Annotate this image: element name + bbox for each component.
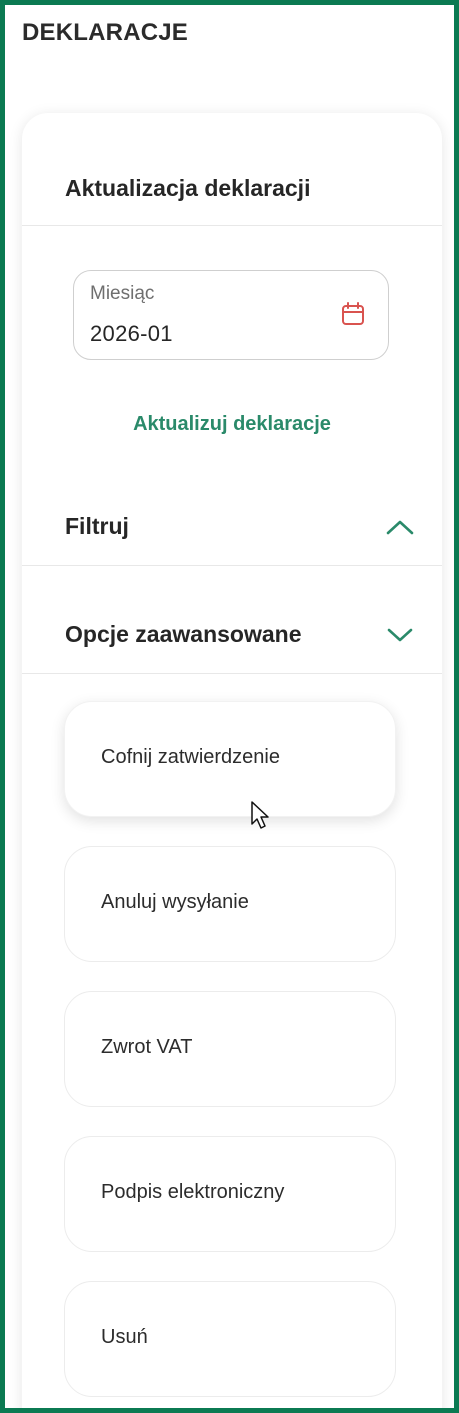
declaration-update-panel: Aktualizacja deklaracji Miesiąc 2026-01 … <box>22 113 442 1408</box>
option-label: Usuń <box>101 1326 148 1348</box>
chevron-up-icon[interactable] <box>384 515 416 539</box>
filter-section-header[interactable]: Filtruj <box>22 497 442 557</box>
month-field-value[interactable]: 2026-01 <box>90 321 173 347</box>
undo-approval-button[interactable]: Cofnij zatwierdzenie <box>64 701 396 817</box>
divider <box>22 673 442 674</box>
month-field[interactable]: Miesiąc 2026-01 <box>73 270 389 360</box>
vat-refund-button[interactable]: Zwrot VAT <box>64 991 396 1107</box>
option-label: Podpis elektroniczny <box>101 1181 285 1203</box>
electronic-signature-button[interactable]: Podpis elektroniczny <box>64 1136 396 1252</box>
app-frame: DEKLARACJE Aktualizacja deklaracji Miesi… <box>0 0 459 1413</box>
panel-title: Aktualizacja deklaracji <box>65 175 311 201</box>
option-label: Zwrot VAT <box>101 1036 193 1058</box>
option-label: Cofnij zatwierdzenie <box>101 746 280 768</box>
month-field-label: Miesiąc <box>90 283 155 304</box>
calendar-icon[interactable] <box>340 301 366 327</box>
page-title: DEKLARACJE <box>22 19 189 46</box>
update-declarations-link[interactable]: Aktualizuj deklaracje <box>22 413 442 436</box>
divider <box>22 225 442 226</box>
option-label: Anuluj wysyłanie <box>101 891 249 913</box>
advanced-options-section-title: Opcje zaawansowane <box>65 621 302 647</box>
filter-section-title: Filtruj <box>65 513 129 539</box>
advanced-options-section-header[interactable]: Opcje zaawansowane <box>22 605 442 665</box>
cancel-sending-button[interactable]: Anuluj wysyłanie <box>64 846 396 962</box>
chevron-down-icon[interactable] <box>384 623 416 647</box>
divider <box>22 565 442 566</box>
delete-button[interactable]: Usuń <box>64 1281 396 1397</box>
